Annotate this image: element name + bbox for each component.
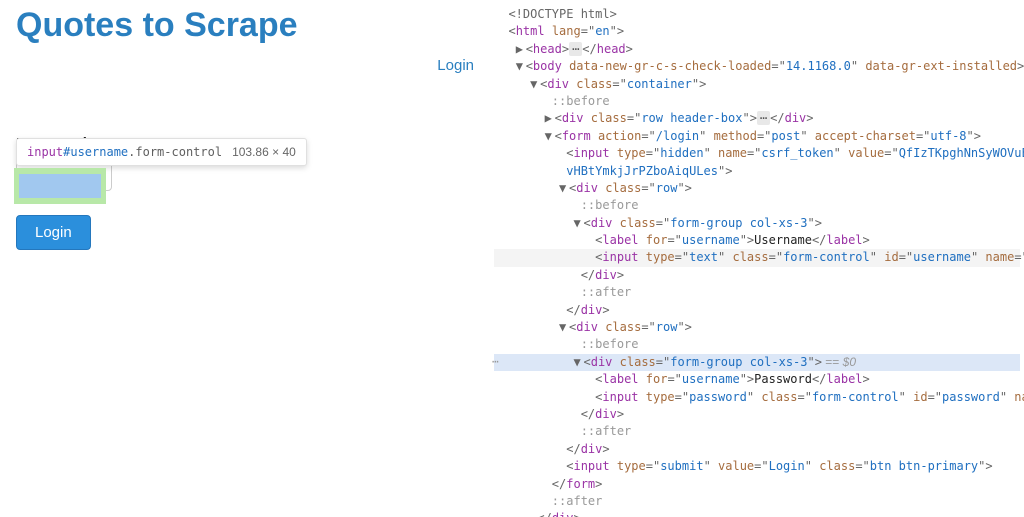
dom-header-box[interactable]: ▶<div class="row header-box">⋯</div> <box>494 110 1020 127</box>
dom-container-close[interactable]: </div> <box>494 510 1020 517</box>
login-link[interactable]: Login <box>437 57 474 74</box>
dom-before-3[interactable]: ::before <box>494 336 1020 353</box>
login-button[interactable]: Login <box>16 215 91 250</box>
dom-form-open[interactable]: ▼<form action="/login" method="post" acc… <box>494 128 1020 145</box>
dom-doctype[interactable]: <!DOCTYPE html> <box>494 6 1020 23</box>
dom-label-password[interactable]: <label for="username">Password</label> <box>494 371 1020 388</box>
dom-before-1[interactable]: ::before <box>494 93 1020 110</box>
dom-after-3[interactable]: ::after <box>494 493 1020 510</box>
inspector-dimensions: 103.86 × 40 <box>232 145 296 159</box>
dom-csrf-value-cont[interactable]: vHBtYmkjJrPZboAiqULes"> <box>494 163 1020 180</box>
inspector-id: username <box>70 145 128 159</box>
element-highlight-overlay <box>14 168 106 204</box>
devtools-elements-panel[interactable]: <!DOCTYPE html> <html lang="en"> ▶<head>… <box>490 0 1024 517</box>
dom-formgroup2-close[interactable]: </div> <box>494 406 1020 423</box>
dom-submit-input[interactable]: <input type="submit" value="Login" class… <box>494 458 1020 475</box>
username-input-highlighted[interactable] <box>19 174 101 198</box>
inspector-element-selector: input#username.form-control <box>27 145 222 159</box>
dom-head[interactable]: ▶<head>⋯</head> <box>494 41 1020 58</box>
dom-csrf-input[interactable]: <input type="hidden" name="csrf_token" v… <box>494 145 1020 162</box>
inspector-tooltip: input#username.form-control 103.86 × 40 <box>16 138 307 166</box>
dom-formgroup1-open[interactable]: ▼<div class="form-group col-xs-3"> <box>494 215 1020 232</box>
dom-body-open[interactable]: ▼<body data-new-gr-c-s-check-loaded="14.… <box>494 58 1020 75</box>
more-actions-icon[interactable]: ⋯ <box>492 354 499 370</box>
dom-before-2[interactable]: ::before <box>494 197 1020 214</box>
inspector-tag: input <box>27 145 63 159</box>
dom-row1-close[interactable]: </div> <box>494 302 1020 319</box>
dom-input-username[interactable]: <input type="text" class="form-control" … <box>494 249 1020 266</box>
dom-input-password[interactable]: <input type="password" class="form-contr… <box>494 389 1020 406</box>
dom-row1-open[interactable]: ▼<div class="row"> <box>494 180 1020 197</box>
page-title: Quotes to Scrape <box>16 6 474 45</box>
dom-form-close[interactable]: </form> <box>494 476 1020 493</box>
dom-label-username[interactable]: <label for="username">Username</label> <box>494 232 1020 249</box>
dom-formgroup2-selected[interactable]: ⋯ ▼<div class="form-group col-xs-3"> == … <box>494 354 1020 371</box>
inspector-class: .form-control <box>128 145 222 159</box>
dom-after-2[interactable]: ::after <box>494 423 1020 440</box>
dom-formgroup1-close[interactable]: </div> <box>494 267 1020 284</box>
dom-row2-open[interactable]: ▼<div class="row"> <box>494 319 1020 336</box>
login-link-row: Login <box>16 57 474 75</box>
dom-row2-close[interactable]: </div> <box>494 441 1020 458</box>
dom-html-open[interactable]: <html lang="en"> <box>494 23 1020 40</box>
dom-after-1[interactable]: ::after <box>494 284 1020 301</box>
rendered-page: Quotes to Scrape Login input#username.fo… <box>0 0 490 517</box>
dom-container-open[interactable]: ▼<div class="container"> <box>494 76 1020 93</box>
